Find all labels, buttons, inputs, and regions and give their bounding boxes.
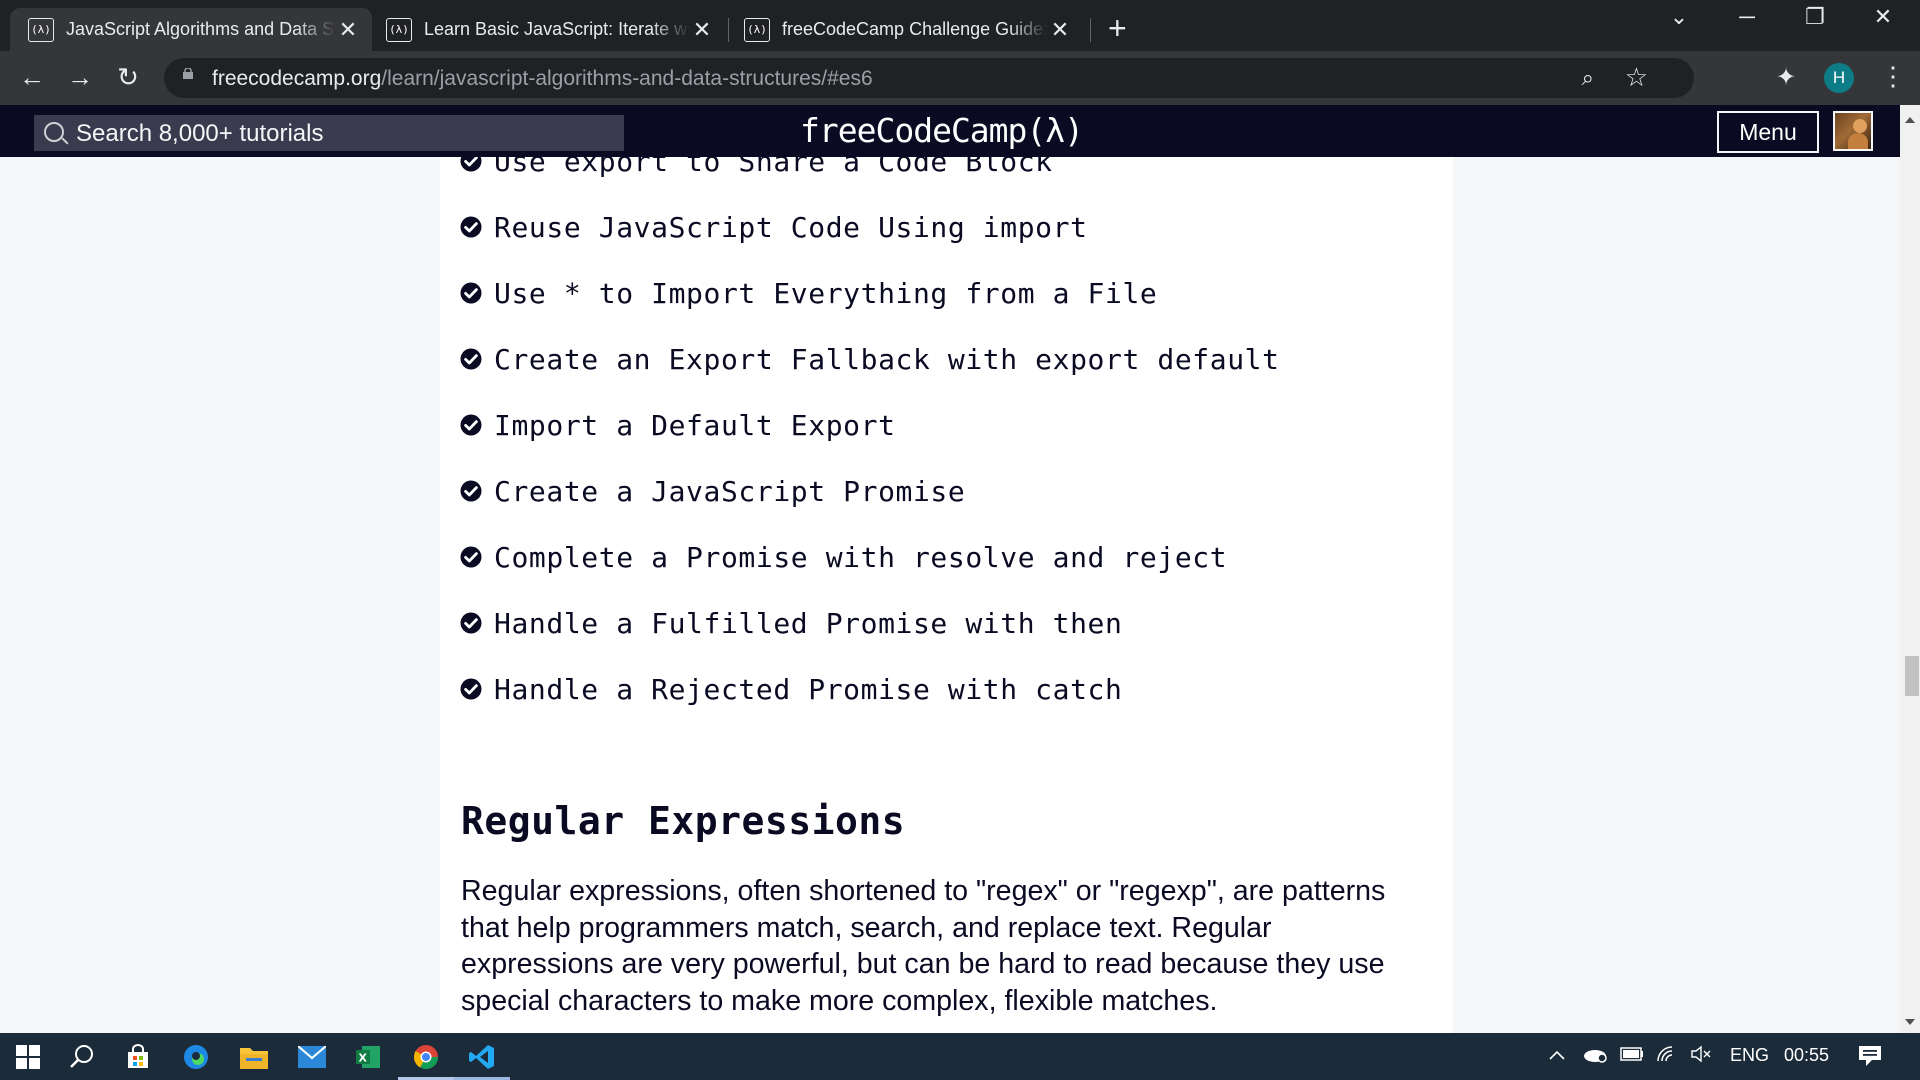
scrollbar-thumb[interactable] — [1905, 656, 1919, 696]
address-bar[interactable]: freecodecamp.org/learn/javascript-algori… — [164, 58, 1694, 98]
close-tab-icon[interactable]: ✕ — [1048, 17, 1072, 43]
tab-separator — [1090, 18, 1091, 42]
bookmark-star-icon[interactable]: ☆ — [1625, 62, 1648, 93]
challenge-title: Reuse JavaScript Code Using import — [494, 210, 1088, 244]
challenge-title: Use export to Share a Code Block — [494, 157, 1053, 178]
close-window-icon[interactable]: ✕ — [1860, 4, 1906, 30]
clock[interactable]: 00:55 — [1784, 1045, 1829, 1066]
tab-title: JavaScript Algorithms and Data Structure… — [66, 19, 336, 39]
section-title[interactable]: Regular Expressions — [461, 799, 905, 843]
challenge-list-item[interactable]: Reuse JavaScript Code Using import — [460, 207, 1088, 247]
scroll-up-arrow-icon[interactable] — [1905, 117, 1915, 123]
challenge-list-item[interactable]: Handle a Rejected Promise with catch — [460, 669, 1122, 709]
check-circle-icon — [460, 612, 482, 634]
excel-icon[interactable]: X — [352, 1041, 384, 1073]
page-content: Use export to Share a Code Block Reuse Ja… — [0, 157, 1900, 1033]
freecodecamp-favicon-icon: (λ) — [386, 17, 412, 42]
check-circle-icon — [460, 282, 482, 304]
section-intro: Regular expressions, often shortened to … — [461, 875, 1386, 1017]
freecodecamp-favicon-icon: (λ) — [744, 17, 770, 42]
freecodecamp-favicon-icon: (λ) — [28, 17, 54, 42]
challenge-title: Handle a Rejected Promise with catch — [494, 672, 1123, 706]
file-explorer-icon[interactable] — [238, 1041, 270, 1073]
back-icon[interactable]: ← — [14, 62, 50, 93]
url-path: /learn/javascript-algorithms-and-data-st… — [381, 67, 873, 90]
check-circle-icon — [460, 348, 482, 370]
search-input[interactable] — [74, 115, 618, 153]
search-box[interactable] — [34, 115, 624, 153]
fcc-navbar: freeCodeCamp(λ) Menu — [0, 105, 1900, 157]
svg-text:X: X — [359, 1052, 368, 1065]
challenge-list-item[interactable]: Create an Export Fallback with export de… — [460, 339, 1280, 379]
profile-avatar-button[interactable]: H — [1824, 63, 1854, 93]
challenge-list-item[interactable]: Complete a Promise with resolve and reje… — [460, 537, 1227, 577]
tab-challenge-guide[interactable]: (λ) freeCodeCamp Challenge Guide: ✕ — [726, 8, 1084, 51]
tab-title: freeCodeCamp Challenge Guide: — [782, 19, 1048, 39]
url-host: freecodecamp.org — [212, 67, 382, 90]
challenge-title: Create a JavaScript Promise — [494, 474, 966, 508]
restore-icon[interactable]: ❐ — [1792, 4, 1838, 30]
extensions-puzzle-icon[interactable]: ✦ — [1776, 63, 1796, 92]
volume-muted-icon[interactable] — [1690, 1045, 1712, 1068]
check-circle-icon — [460, 546, 482, 568]
challenge-list-item[interactable]: Use * to Import Everything from a File — [460, 273, 1157, 313]
forward-icon[interactable]: → — [62, 62, 98, 93]
challenge-list-item[interactable]: Create a JavaScript Promise — [460, 471, 965, 511]
challenge-title: Handle a Fulfilled Promise with then — [494, 606, 1123, 640]
chrome-icon[interactable] — [410, 1041, 442, 1073]
challenge-title: Use * to Import Everything from a File — [494, 276, 1158, 310]
notifications-icon[interactable] — [1858, 1045, 1882, 1072]
reload-icon[interactable]: ↻ — [110, 62, 146, 93]
edge-icon[interactable] — [180, 1041, 212, 1073]
challenge-list-item[interactable]: Handle a Fulfilled Promise with then — [460, 603, 1122, 643]
vscode-icon[interactable] — [466, 1041, 498, 1073]
browser-toolbar: ← → ↻ freecodecamp.org/learn/javascript-… — [0, 51, 1920, 105]
check-circle-icon — [460, 678, 482, 700]
check-circle-icon — [460, 480, 482, 502]
challenge-list-item[interactable]: Import a Default Export — [460, 405, 896, 445]
challenge-list-item[interactable]: Use export to Share a Code Block — [460, 157, 1053, 181]
tab-title: Learn Basic JavaScript: Iterate with — [424, 19, 690, 39]
page-scrollbar[interactable] — [1900, 105, 1920, 1033]
onedrive-icon[interactable] — [1582, 1045, 1608, 1068]
regex-section: Regular Expressions Regular expressions,… — [440, 771, 1453, 1033]
new-tab-button[interactable]: + — [1108, 10, 1127, 47]
language-indicator[interactable]: ENG — [1730, 1045, 1769, 1066]
show-hidden-icons-icon[interactable] — [1548, 1045, 1566, 1066]
url-text: freecodecamp.org/learn/javascript-algori… — [212, 67, 873, 91]
store-icon[interactable] — [122, 1041, 154, 1073]
menu-button[interactable]: Menu — [1717, 111, 1819, 153]
lock-icon — [183, 68, 193, 79]
challenge-title: Import a Default Export — [494, 408, 896, 442]
browser-menu-icon[interactable]: ⋮ — [1880, 61, 1906, 92]
close-tab-icon[interactable]: ✕ — [336, 17, 360, 43]
search-icon — [44, 122, 64, 142]
battery-icon[interactable] — [1620, 1045, 1644, 1066]
challenge-title: Create an Export Fallback with export de… — [494, 342, 1280, 376]
wifi-icon[interactable] — [1656, 1045, 1678, 1068]
check-circle-icon — [460, 216, 482, 238]
freecodecamp-logo[interactable]: freeCodeCamp(λ) — [800, 111, 1084, 150]
mail-icon[interactable] — [296, 1041, 328, 1073]
minimize-icon[interactable]: ─ — [1724, 4, 1770, 30]
challenge-title: Complete a Promise with resolve and reje… — [494, 540, 1228, 574]
windows-start-icon[interactable] — [12, 1041, 44, 1073]
check-circle-icon — [460, 157, 482, 172]
scroll-down-arrow-icon[interactable] — [1905, 1019, 1915, 1025]
tab-search-icon[interactable]: ⌄ — [1656, 4, 1702, 30]
check-circle-icon — [460, 414, 482, 436]
tab-learn-basic-javascript[interactable]: (λ) Learn Basic JavaScript: Iterate with… — [368, 8, 726, 51]
close-tab-icon[interactable]: ✕ — [690, 17, 714, 43]
zoom-icon[interactable]: ⌕ — [1582, 65, 1594, 91]
browser-tab-strip: (λ) JavaScript Algorithms and Data Struc… — [0, 0, 1920, 51]
tab-javascript-algorithms[interactable]: (λ) JavaScript Algorithms and Data Struc… — [10, 8, 372, 51]
search-icon[interactable] — [66, 1041, 98, 1073]
user-avatar[interactable] — [1833, 111, 1873, 151]
windows-taskbar: X ENG 00:55 — [0, 1033, 1920, 1080]
